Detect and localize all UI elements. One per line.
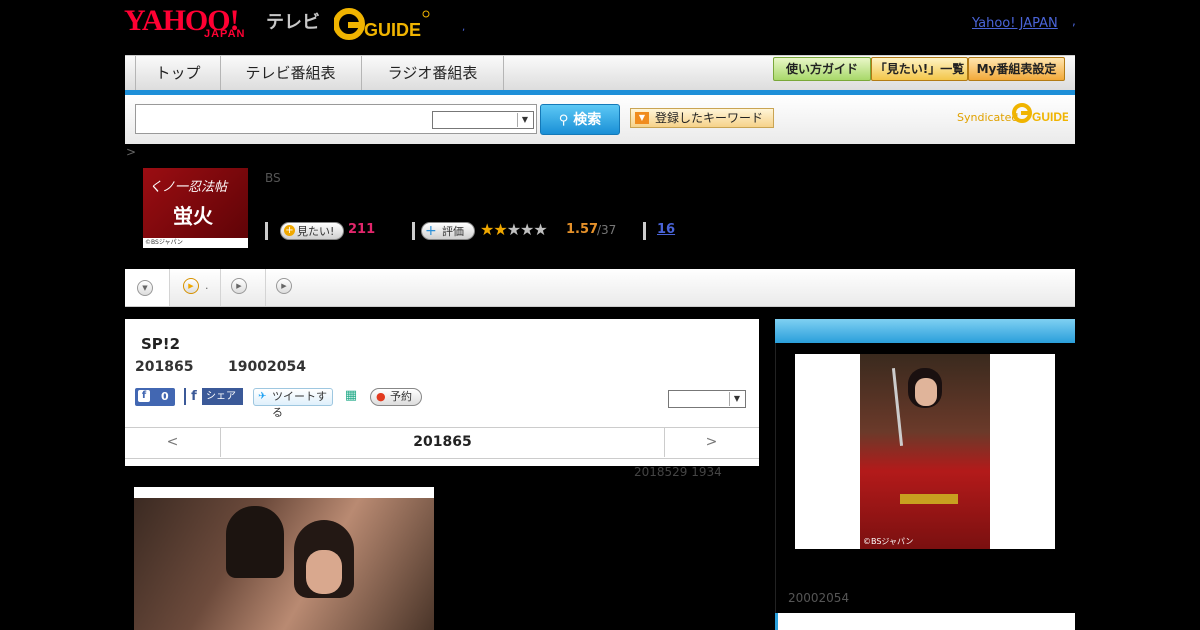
chevron-down-icon: ▼ xyxy=(635,112,649,124)
my-listings-settings-button[interactable]: My番組表設定 xyxy=(968,57,1065,81)
sword-icon xyxy=(891,368,904,446)
tv-logo-text: テレビ xyxy=(266,12,320,33)
tweet-button[interactable]: ✈ ツイートする xyxy=(253,388,333,419)
facebook-icon: f xyxy=(138,390,150,402)
right-panel-time: 20002054 xyxy=(788,591,850,605)
rating-count: /37 xyxy=(597,223,617,237)
scene-face xyxy=(306,550,342,594)
registered-keywords-button[interactable]: 登録したキーワード xyxy=(630,108,774,128)
guide-button[interactable]: 使い方ガイド xyxy=(773,57,871,81)
rating-value: 1.57 xyxy=(566,222,599,237)
cast-photo[interactable] xyxy=(860,354,990,549)
want-button[interactable]: + 見たい! xyxy=(280,222,344,240)
header-separator: , xyxy=(462,22,466,33)
cast-face xyxy=(915,378,937,406)
header-link-separator: , xyxy=(1072,14,1076,28)
program-title: SP!2 xyxy=(141,335,181,353)
last-updated: 2018529 1934 xyxy=(634,465,722,479)
sub-tab-2-label: . xyxy=(205,279,209,292)
play-icon: ▶ xyxy=(231,278,247,294)
right-panel-header xyxy=(775,319,1075,343)
want-button-label: 見たい! xyxy=(297,225,335,238)
nav-tab-radio-listings[interactable]: ラジオ番組表 xyxy=(362,56,504,90)
remote-reserve-select[interactable]: ▼ xyxy=(668,390,746,408)
next-date-button[interactable]: > xyxy=(664,428,759,457)
sub-tab-3[interactable]: ▶ xyxy=(221,269,266,306)
search-button-label: 検索 xyxy=(573,112,602,128)
stars-filled: ★★ xyxy=(480,220,508,239)
thumb-title-2: 蛍火 xyxy=(173,204,213,228)
chevron-down-icon: ▼ xyxy=(137,280,153,296)
calendar-add-icon[interactable]: ▦ xyxy=(343,388,359,404)
chevron-down-icon: ▼ xyxy=(517,113,532,127)
reserve-label: 予約 xyxy=(390,390,412,403)
facebook-share-label: シェア xyxy=(206,391,236,402)
thumb-credit: ©BSジャパン xyxy=(143,238,248,248)
current-date: 201865 xyxy=(220,428,665,457)
scene-figure-man xyxy=(226,506,284,578)
svg-text:GUIDE: GUIDE xyxy=(1032,110,1068,124)
gguide-logo[interactable]: GUIDE xyxy=(334,8,430,40)
stars-empty: ★★★ xyxy=(506,220,548,239)
rating-stars: ★★★★★ xyxy=(480,220,548,239)
program-time: 19002054 xyxy=(228,359,306,375)
channel-name: BS xyxy=(265,171,281,185)
cast-belt xyxy=(900,494,958,504)
plus-icon: + xyxy=(284,225,295,236)
svg-text:GUIDE: GUIDE xyxy=(364,20,421,40)
plus-icon: + xyxy=(425,223,437,239)
program-thumbnail[interactable]: くノ一忍法帖 蛍火 ©BSジャパン xyxy=(143,168,248,248)
nav-tab-top[interactable]: トップ xyxy=(135,56,221,90)
review-count-link[interactable]: 16 xyxy=(657,222,675,237)
facebook-like-button[interactable]: f 0 xyxy=(135,388,175,406)
cast-photo-credit: ©BSジャパン xyxy=(863,537,914,546)
program-date: 201865 xyxy=(135,359,194,375)
facebook-like-count: 0 xyxy=(161,390,169,403)
syndicated-label: Syndicated xyxy=(957,111,1019,124)
tweet-label: ツイートする xyxy=(272,390,327,419)
twitter-bird-icon: ✈ xyxy=(258,391,267,402)
prev-date-button[interactable]: < xyxy=(125,428,220,457)
want-count: 211 xyxy=(348,222,376,237)
rate-button[interactable]: + 評価 xyxy=(421,222,475,240)
divider xyxy=(265,222,268,240)
chevron-down-icon: ▼ xyxy=(729,392,744,406)
nav-tab-tv-listings[interactable]: テレビ番組表 xyxy=(220,56,362,90)
sub-tab-4[interactable]: ▶ xyxy=(266,269,302,306)
search-button[interactable]: ⚲ 検索 xyxy=(540,104,620,135)
thumb-title-1: くノ一忍法帖 xyxy=(149,180,228,195)
scene-photo[interactable] xyxy=(134,498,434,630)
yahoo-japan-logo-text: JAPAN xyxy=(204,28,246,40)
facebook-share-button[interactable]: f シェア xyxy=(184,388,243,405)
play-icon: ▶ xyxy=(183,278,199,294)
reserve-button[interactable]: ● 予約 xyxy=(370,388,422,406)
right-panel-footer xyxy=(775,613,1075,630)
sub-tab-overview[interactable]: ▼ xyxy=(125,269,170,306)
rate-button-label: 評価 xyxy=(442,225,464,238)
record-icon: ● xyxy=(376,390,386,403)
breadcrumb: > xyxy=(126,145,137,159)
search-category-select[interactable]: ▼ xyxy=(432,111,534,129)
play-icon: ▶ xyxy=(276,278,292,294)
gguide-small-logo: GUIDE xyxy=(1012,103,1068,124)
facebook-icon: f xyxy=(186,388,202,405)
sub-tab-2[interactable]: ▶ . xyxy=(170,269,221,306)
want-list-button[interactable]: 「見たい!」一覧 xyxy=(871,57,968,81)
divider xyxy=(643,222,646,240)
yahoo-japan-link[interactable]: Yahoo! JAPAN xyxy=(972,16,1058,31)
divider xyxy=(412,222,415,240)
search-icon: ⚲ xyxy=(558,113,569,128)
